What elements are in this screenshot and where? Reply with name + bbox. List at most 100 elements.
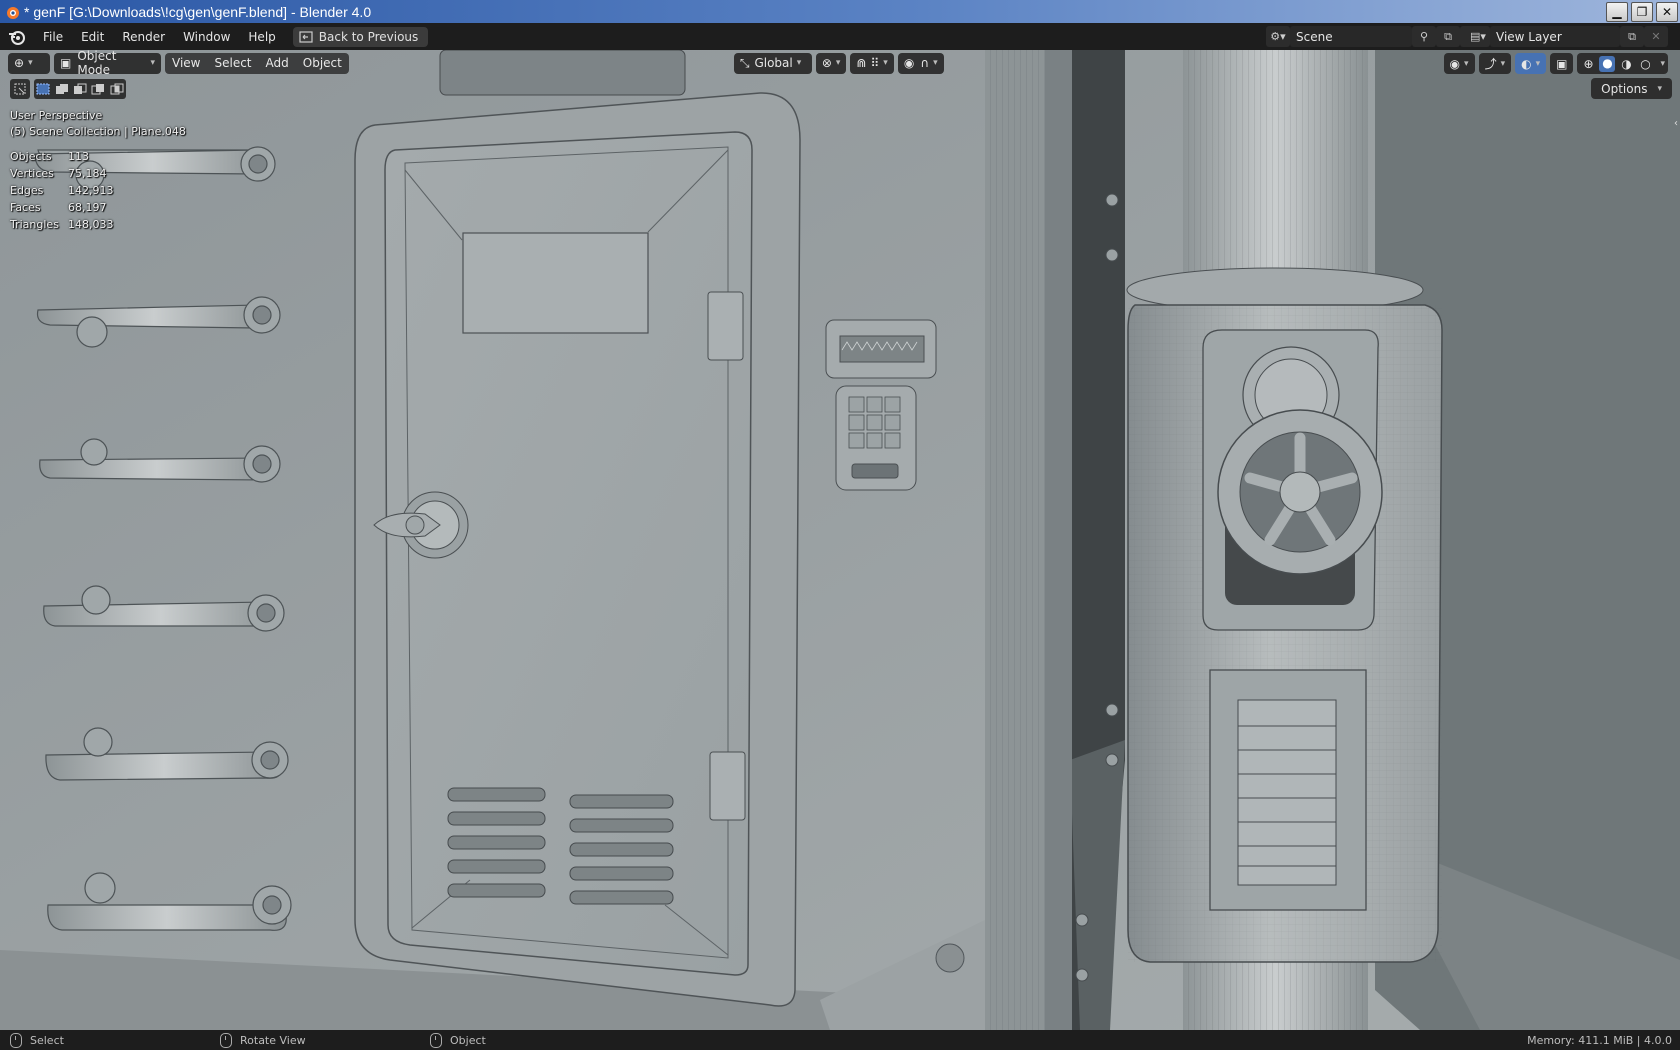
minimize-button[interactable]: ▁ [1606, 2, 1628, 22]
maximize-button[interactable]: ❐ [1631, 2, 1653, 22]
status-select-label: Select [30, 1033, 64, 1047]
close-button[interactable]: ✕ [1656, 2, 1678, 22]
gizmo-icon: ⤴ [1484, 57, 1497, 71]
window-titlebar: * genF [G:\Downloads\!cg\gen\genF.blend]… [0, 0, 1680, 23]
status-rotate-label: Rotate View [240, 1033, 306, 1047]
stat-value: 142,913 [68, 183, 114, 197]
scene-browse-icon[interactable]: ⚙▾ [1266, 26, 1290, 47]
blender-app-icon [7, 6, 19, 19]
status-select: Select [10, 1032, 210, 1048]
falloff-curve-icon: ∩ [920, 56, 930, 70]
material-preview-icon[interactable]: ◑ [1618, 57, 1634, 71]
scene-name-field[interactable]: Scene [1290, 26, 1412, 47]
view-layer-name: View Layer [1496, 29, 1562, 44]
wireframe-shading-icon[interactable]: ⊕ [1580, 57, 1596, 71]
status-object: Object [430, 1032, 630, 1048]
viewport-menu-add[interactable]: Add [258, 52, 296, 74]
3d-viewport[interactable]: ⊕ ▾ ▣ Object Mode ▾ View Select Add Objec… [0, 50, 1680, 1030]
mode-dropdown[interactable]: ▣ Object Mode ▾ [54, 50, 161, 77]
blender-topbar: File Edit Render Window Help Back to Pre… [0, 23, 1680, 50]
pivot-icon: ⊗ [821, 56, 832, 70]
stat-value: 75,184 [68, 166, 107, 180]
new-view-layer-icon[interactable]: ⧉ [1620, 26, 1644, 47]
blender-logo-icon[interactable] [8, 28, 26, 46]
gizmo-button[interactable]: ⤴ ▾ [1478, 53, 1512, 74]
stat-label: Faces [10, 200, 41, 214]
menu-window[interactable]: Window [174, 27, 239, 47]
viewport-menu-view[interactable]: View [165, 52, 208, 74]
left-mouse-icon [10, 1032, 22, 1048]
extend-selection-icon[interactable] [55, 83, 69, 95]
view-layer-browse-icon[interactable]: ▤▾ [1466, 26, 1490, 47]
right-mouse-icon [430, 1032, 442, 1048]
orientation-icon: ⤡ [739, 55, 750, 70]
scene-render [0, 50, 1680, 1030]
sidebar-toggle-arrow[interactable]: ‹ [1674, 118, 1678, 129]
scene-name: Scene [1296, 29, 1333, 44]
stat-row-edges: Edges 142,913 [10, 182, 114, 199]
intersect-selection-icon[interactable] [110, 83, 124, 95]
back-to-previous-button[interactable]: Back to Previous [292, 26, 429, 47]
window-title: * genF [G:\Downloads\!cg\gen\genF.blend]… [24, 3, 372, 20]
solid-shading-icon[interactable]: ● [1599, 55, 1616, 72]
menu-render[interactable]: Render [113, 27, 174, 47]
middle-mouse-icon [220, 1032, 232, 1048]
menu-help[interactable]: Help [239, 27, 284, 47]
new-scene-icon[interactable]: ⧉ [1436, 26, 1460, 47]
transform-orientation-dropdown[interactable]: ⤡ Global ▾ [733, 52, 812, 74]
subtract-selection-icon[interactable] [73, 83, 87, 95]
options-dropdown[interactable]: Options ▾ [1591, 78, 1672, 99]
stat-row-faces: Faces 68,197 [10, 199, 114, 216]
screen-back-icon [299, 30, 313, 43]
viewport-info-overlay: User Perspective (5) Scene Collection | … [10, 108, 186, 233]
object-mode-icon: ▣ [60, 56, 72, 70]
proportional-edit-button[interactable]: ◉ ∩ ▾ [897, 52, 944, 74]
stat-label: Vertices [10, 166, 54, 180]
eye-icon: ◉ [1449, 56, 1461, 71]
menu-edit[interactable]: Edit [72, 27, 113, 47]
status-object-label: Object [450, 1033, 486, 1047]
select-box-tool-icon[interactable] [10, 79, 30, 99]
view-layer-name-field[interactable]: View Layer [1490, 26, 1620, 47]
stat-label: Edges [10, 183, 44, 197]
3d-view-editor-icon: ⊕ [14, 56, 25, 70]
selection-mode-buttons [34, 79, 126, 99]
proportional-edit-icon: ◉ [903, 56, 915, 70]
scene-statistics: Objects 113 Vertices 75,184 Edges 142,913 F… [10, 148, 114, 233]
viewport-menu-object[interactable]: Object [295, 52, 349, 74]
overlays-button[interactable]: ◐ ▾ [1515, 53, 1547, 74]
stat-value: 68,197 [68, 200, 107, 214]
selection-mode-toolbar [10, 78, 126, 100]
scene-selector[interactable]: ⚙▾ Scene ⚲ ⧉ ✕ [1266, 26, 1484, 47]
mode-label: Object Mode [77, 50, 117, 77]
transform-orientation-label: Global [754, 56, 793, 70]
viewport-header: ⊕ ▾ ▣ Object Mode ▾ View Select Add Objec… [0, 50, 1680, 77]
xray-toggle[interactable]: ▣ [1550, 53, 1574, 74]
back-to-previous-label: Back to Previous [318, 29, 419, 44]
stat-row-objects: Objects 113 [10, 148, 114, 165]
magnet-icon: ⋒ [856, 56, 867, 70]
invert-selection-icon[interactable] [91, 83, 105, 95]
shading-mode-group: ⊕ ● ◑ ○ ▾ [1577, 53, 1668, 74]
stat-row-vertices: Vertices 75,184 [10, 165, 114, 182]
options-label: Options [1601, 81, 1648, 96]
stat-value: 113 [68, 149, 89, 163]
snap-toggle-button[interactable]: ⋒ ⠿ ▾ [850, 52, 894, 74]
memory-version-info: Memory: 411.1 MiB | 4.0.0 [1527, 1033, 1672, 1047]
xray-icon: ▣ [1556, 56, 1568, 71]
view-layer-selector[interactable]: ▤▾ View Layer ⧉ ✕ [1466, 26, 1668, 47]
set-new-selection-icon[interactable] [36, 83, 50, 95]
stat-row-triangles: Triangles 148,033 [10, 216, 114, 233]
visibility-button[interactable]: ◉ ▾ [1443, 53, 1475, 74]
status-rotate-view: Rotate View [220, 1032, 420, 1048]
rendered-shading-icon[interactable]: ○ [1637, 57, 1653, 71]
viewport-menu-select[interactable]: Select [207, 52, 259, 74]
pin-icon[interactable]: ⚲ [1412, 26, 1436, 47]
overlays-icon: ◐ [1521, 56, 1532, 71]
collection-label: (5) Scene Collection | Plane.048 [10, 125, 186, 138]
editor-type-button[interactable]: ⊕ ▾ [8, 52, 50, 74]
menu-file[interactable]: File [34, 27, 72, 47]
snap-grid-icon: ⠿ [870, 56, 880, 70]
remove-view-layer-icon[interactable]: ✕ [1644, 26, 1668, 47]
pivot-point-button[interactable]: ⊗ ▾ [815, 52, 847, 74]
